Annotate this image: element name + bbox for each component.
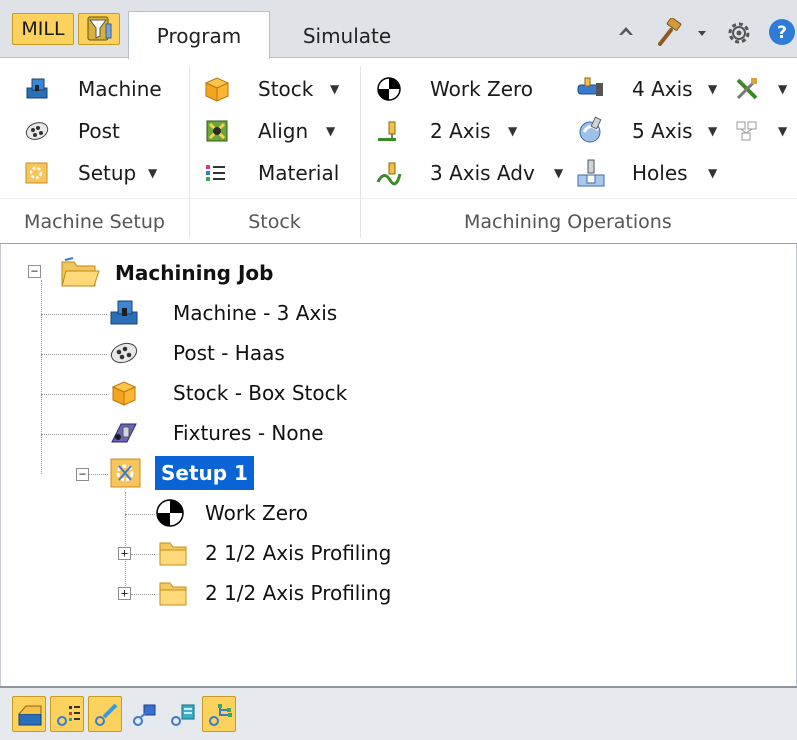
work-zero-icon — [377, 77, 401, 101]
job-tree: − Machining Job Machine - 3 Axis Post - … — [0, 244, 797, 686]
align-icon — [206, 120, 228, 142]
tree-connector — [41, 314, 107, 315]
work-zero-icon — [156, 499, 184, 527]
chevron-down-icon: ▼ — [708, 166, 718, 180]
setup-tree-icon — [110, 458, 141, 488]
ribbon-label-divider — [0, 198, 797, 199]
three-axis-adv-button[interactable]: 3 Axis Adv ▼ — [376, 156, 571, 190]
four-axis-icon — [577, 77, 603, 96]
five-axis-icon — [579, 116, 602, 143]
post-button[interactable]: Post — [24, 114, 174, 148]
title-tab-strip: MILL Program Simulate ? — [0, 0, 797, 59]
tree-connector — [131, 594, 155, 595]
setup-tree-icon — [209, 704, 232, 726]
work-zero-button[interactable]: Work Zero — [376, 72, 556, 106]
tree-connector — [41, 280, 42, 474]
two-axis-icon — [378, 121, 396, 141]
caret-up-icon[interactable] — [616, 22, 636, 42]
post-icon — [25, 122, 49, 140]
holes-button[interactable]: Holes ▼ — [576, 156, 726, 190]
gear-icon[interactable] — [724, 18, 754, 48]
setup-button[interactable]: Setup ▼ — [24, 156, 174, 190]
expand-toggle[interactable]: + — [118, 587, 131, 600]
folder-icon — [159, 542, 187, 566]
misc-tools-button[interactable]: ▼ — [734, 72, 794, 106]
chevron-down-icon: ▼ — [330, 82, 340, 96]
chevron-down-icon: ▼ — [148, 166, 158, 180]
toolpath-blue-tab-button[interactable] — [126, 696, 160, 732]
chevron-down-icon: ▼ — [508, 124, 518, 138]
toolpath-edit-tab-button[interactable] — [88, 696, 122, 732]
mill-app-button[interactable]: MILL — [12, 13, 74, 45]
tree-connector — [125, 514, 155, 515]
tree-connector — [125, 492, 126, 594]
setup-icon — [25, 162, 48, 184]
pattern-button[interactable]: ▼ — [734, 114, 794, 148]
machine-setup-icon — [18, 705, 42, 726]
chevron-down-icon: ▼ — [708, 124, 718, 138]
folder-icon — [159, 582, 187, 606]
toolpath-blue-icon — [133, 704, 156, 726]
machine-icon — [26, 78, 48, 99]
stock-box-icon — [111, 381, 137, 406]
five-axis-button[interactable]: 5 Axis ▼ — [576, 114, 726, 148]
tree-connector — [41, 354, 107, 355]
two-axis-button[interactable]: 2 Axis ▼ — [376, 114, 556, 148]
group-label-machining-operations: Machining Operations — [464, 211, 672, 233]
machine-icon — [110, 300, 138, 325]
fixtures-icon — [111, 423, 137, 443]
collapse-toggle[interactable]: − — [76, 468, 89, 481]
group-label-machine-setup: Machine Setup — [24, 211, 165, 233]
group-label-stock: Stock — [248, 211, 301, 233]
tree-connector — [41, 434, 107, 435]
setup-tree-tab-button[interactable] — [202, 696, 236, 732]
tree-connector — [41, 394, 107, 395]
toolpath-list-icon — [57, 706, 80, 726]
help-icon[interactable]: ? — [767, 17, 797, 47]
toolpath-edit-icon — [95, 703, 118, 726]
chevron-down-icon: ▼ — [778, 82, 788, 96]
tree-connector — [88, 474, 108, 475]
chevron-down-icon[interactable] — [697, 28, 707, 38]
material-button[interactable]: Material — [202, 156, 352, 190]
align-button[interactable]: Align ▼ — [202, 114, 352, 148]
four-axis-button[interactable]: 4 Axis ▼ — [576, 72, 726, 106]
expand-toggle[interactable]: + — [118, 547, 131, 560]
tree-connector — [131, 554, 155, 555]
three-axis-adv-icon — [376, 162, 402, 186]
post-icon — [110, 342, 138, 364]
chevron-down-icon: ▼ — [554, 166, 564, 180]
hammer-icon[interactable] — [654, 18, 684, 48]
quick-access-button[interactable] — [78, 13, 120, 45]
toolpath-stats-tab-button[interactable] — [164, 696, 198, 732]
chevron-down-icon: ▼ — [778, 124, 788, 138]
pattern-icon — [736, 121, 757, 141]
stock-button[interactable]: Stock ▼ — [202, 72, 352, 106]
holes-icon — [577, 159, 605, 187]
folder-open-icon — [61, 257, 100, 287]
material-list-icon — [206, 165, 225, 181]
tab-program[interactable]: Program — [128, 11, 270, 59]
svg-text:?: ? — [777, 23, 787, 43]
collapse-toggle[interactable]: − — [28, 265, 41, 278]
chevron-down-icon: ▼ — [326, 124, 336, 138]
crossed-tools-icon — [736, 78, 758, 100]
chevron-down-icon: ▼ — [708, 82, 718, 96]
tab-simulate[interactable]: Simulate — [282, 14, 412, 59]
stock-box-icon — [204, 77, 230, 102]
toolpath-stats-icon — [171, 704, 195, 726]
filter-tools-icon — [87, 16, 112, 41]
bottom-toolbar — [0, 686, 797, 740]
toolpath-list-tab-button[interactable] — [50, 696, 84, 732]
machine-setup-tab-button[interactable] — [12, 696, 46, 732]
machine-button[interactable]: Machine — [24, 72, 174, 106]
ribbon: Machine Post Setup ▼ Stock ▼ Align ▼ Mat… — [0, 58, 797, 244]
